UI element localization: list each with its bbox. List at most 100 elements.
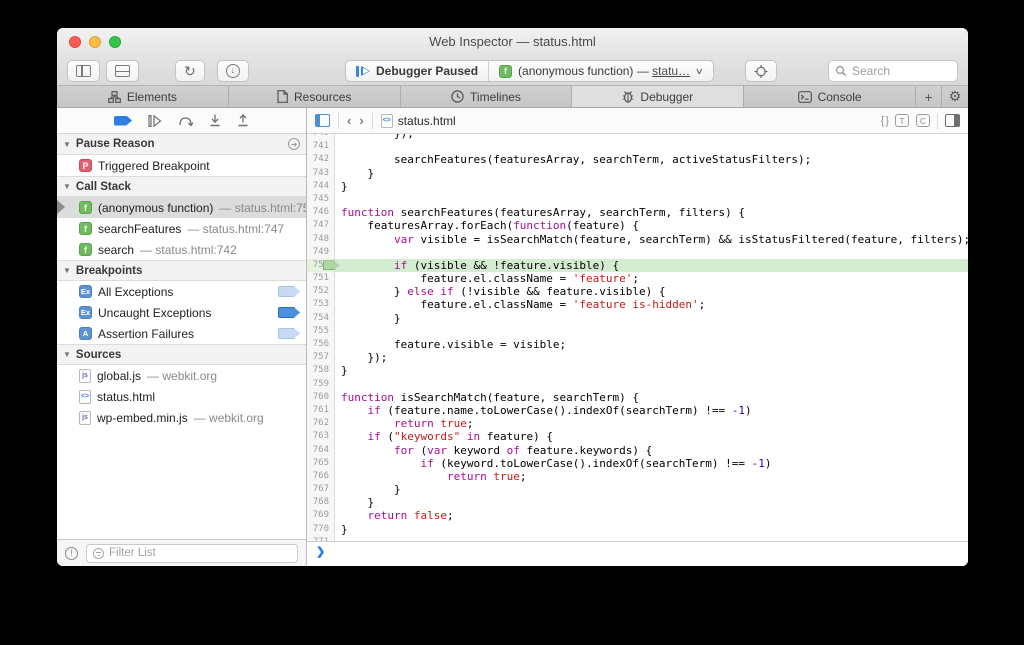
breakpoints-toggle-icon[interactable] (114, 116, 132, 126)
line-number[interactable]: 769 (307, 509, 335, 522)
step-into-button[interactable] (209, 114, 221, 127)
tab-elements[interactable]: Elements (57, 86, 229, 107)
code-line[interactable]: 753 feature.el.className = 'feature is-h… (307, 298, 968, 311)
sources-header[interactable]: ▼ Sources (57, 344, 306, 365)
type-profiler-button[interactable]: T (895, 114, 909, 127)
code-line[interactable]: 762 return true; (307, 417, 968, 430)
line-number[interactable]: 743 (307, 167, 335, 180)
line-number[interactable]: 759 (307, 378, 335, 391)
code-line[interactable]: 758} (307, 364, 968, 377)
pretty-print-button[interactable]: { } (881, 115, 888, 127)
close-window-button[interactable] (69, 36, 81, 48)
code-line[interactable]: 766 return true; (307, 470, 968, 483)
code-line[interactable]: 751 feature.el.className = 'feature'; (307, 272, 968, 285)
line-number[interactable]: 761 (307, 404, 335, 417)
step-out-button[interactable] (237, 114, 249, 127)
call-stack-header[interactable]: ▼ Call Stack (57, 176, 306, 197)
pause-reason-item[interactable]: P Triggered Breakpoint (57, 155, 306, 176)
code-line[interactable]: 744} (307, 180, 968, 193)
goto-breakpoint-icon[interactable]: ➜ (288, 138, 300, 150)
line-number[interactable]: 754 (307, 312, 335, 325)
code-line[interactable]: 742 searchFeatures(featuresArray, search… (307, 153, 968, 166)
line-number[interactable]: 753 (307, 298, 335, 311)
settings-tab-button[interactable]: ⚙ (942, 86, 968, 107)
line-number[interactable]: 751 (307, 272, 335, 285)
line-number[interactable]: 757 (307, 351, 335, 364)
code-line[interactable]: 756 feature.visible = visible; (307, 338, 968, 351)
code-line[interactable]: 741 (307, 140, 968, 153)
toggle-right-sidebar-icon[interactable] (945, 114, 960, 127)
issues-icon[interactable]: ! (65, 547, 78, 560)
line-number[interactable]: 770 (307, 523, 335, 536)
code-coverage-button[interactable]: C (916, 114, 930, 127)
search-input[interactable]: Search (828, 60, 958, 82)
code-editor[interactable]: 740 });741742 searchFeatures(featuresArr… (307, 134, 968, 541)
line-number[interactable]: 750 (307, 259, 335, 272)
code-line[interactable]: 769 return false; (307, 509, 968, 522)
back-button[interactable]: ‹ (347, 113, 351, 128)
debugger-paused-button[interactable]: Debugger Paused (346, 61, 488, 81)
line-number[interactable]: 741 (307, 140, 335, 153)
line-number[interactable]: 760 (307, 391, 335, 404)
code-line[interactable]: 743 } (307, 167, 968, 180)
step-over-button[interactable] (178, 115, 193, 127)
line-number[interactable]: 747 (307, 219, 335, 232)
line-number[interactable]: 763 (307, 430, 335, 443)
code-line[interactable]: 763 if ("keywords" in feature) { (307, 430, 968, 443)
tab-resources[interactable]: Resources (229, 86, 401, 107)
line-number[interactable]: 768 (307, 496, 335, 509)
call-stack-frame[interactable]: fsearchFeatures — status.html:747 (57, 218, 306, 239)
sidebar-toggle-icon[interactable] (315, 114, 330, 127)
breakpoint-toggle[interactable] (278, 307, 300, 318)
line-number[interactable]: 766 (307, 470, 335, 483)
code-line[interactable]: 755 (307, 325, 968, 338)
toggle-left-sidebar-button[interactable] (67, 60, 100, 82)
toggle-split-console-button[interactable] (106, 60, 139, 82)
code-line[interactable]: 745 (307, 193, 968, 206)
line-number[interactable]: 749 (307, 246, 335, 259)
code-line[interactable]: 750 if (visible && !feature.visible) { (307, 259, 968, 272)
line-number[interactable]: 756 (307, 338, 335, 351)
call-stack-frame[interactable]: f(anonymous function) — status.html:750 (57, 197, 306, 218)
breakpoints-header[interactable]: ▼ Breakpoints (57, 260, 306, 281)
code-line[interactable]: 746function searchFeatures(featuresArray… (307, 206, 968, 219)
breakpoint-toggle[interactable] (278, 286, 300, 297)
breadcrumb[interactable]: <> status.html (381, 114, 456, 128)
line-number[interactable]: 746 (307, 206, 335, 219)
code-line[interactable]: 764 for (var keyword of feature.keywords… (307, 444, 968, 457)
code-line[interactable]: 747 featuresArray.forEach(function(featu… (307, 219, 968, 232)
code-line[interactable]: 767 } (307, 483, 968, 496)
forward-button[interactable]: › (359, 113, 363, 128)
minimize-window-button[interactable] (89, 36, 101, 48)
code-line[interactable]: 748 var visible = isSearchMatch(feature,… (307, 233, 968, 246)
code-line[interactable]: 759 (307, 378, 968, 391)
line-number[interactable]: 762 (307, 417, 335, 430)
tab-console[interactable]: Console (744, 86, 916, 107)
line-number[interactable]: 755 (307, 325, 335, 338)
code-line[interactable]: 765 if (keyword.toLowerCase().indexOf(se… (307, 457, 968, 470)
tab-debugger[interactable]: Debugger (572, 86, 744, 107)
line-number[interactable]: 752 (307, 285, 335, 298)
line-number[interactable]: 748 (307, 233, 335, 246)
code-line[interactable]: 771 (307, 536, 968, 541)
source-item[interactable]: jsglobal.js — webkit.org (57, 365, 306, 386)
source-item[interactable]: <>status.html (57, 386, 306, 407)
add-tab-button[interactable]: + (916, 86, 942, 107)
line-number[interactable]: 744 (307, 180, 335, 193)
download-page-button[interactable]: ↓ (217, 60, 249, 82)
filter-list-input[interactable]: Filter List (86, 544, 298, 563)
line-number[interactable]: 742 (307, 153, 335, 166)
pause-reason-header[interactable]: ▼ Pause Reason ➜ (57, 134, 306, 155)
breakpoint-toggle[interactable] (278, 328, 300, 339)
line-number[interactable]: 764 (307, 444, 335, 457)
function-selector-dropdown[interactable]: f (anonymous function) — statu… ∨ (488, 61, 713, 81)
code-line[interactable]: 752 } else if (!visible && feature.visib… (307, 285, 968, 298)
code-line[interactable]: 768 } (307, 496, 968, 509)
line-number[interactable]: 767 (307, 483, 335, 496)
zoom-window-button[interactable] (109, 36, 121, 48)
element-picker-button[interactable] (745, 60, 777, 82)
line-number[interactable]: 765 (307, 457, 335, 470)
source-item[interactable]: jswp-embed.min.js — webkit.org (57, 407, 306, 428)
breakpoint-item[interactable]: AAssertion Failures (57, 323, 306, 344)
line-number[interactable]: 745 (307, 193, 335, 206)
